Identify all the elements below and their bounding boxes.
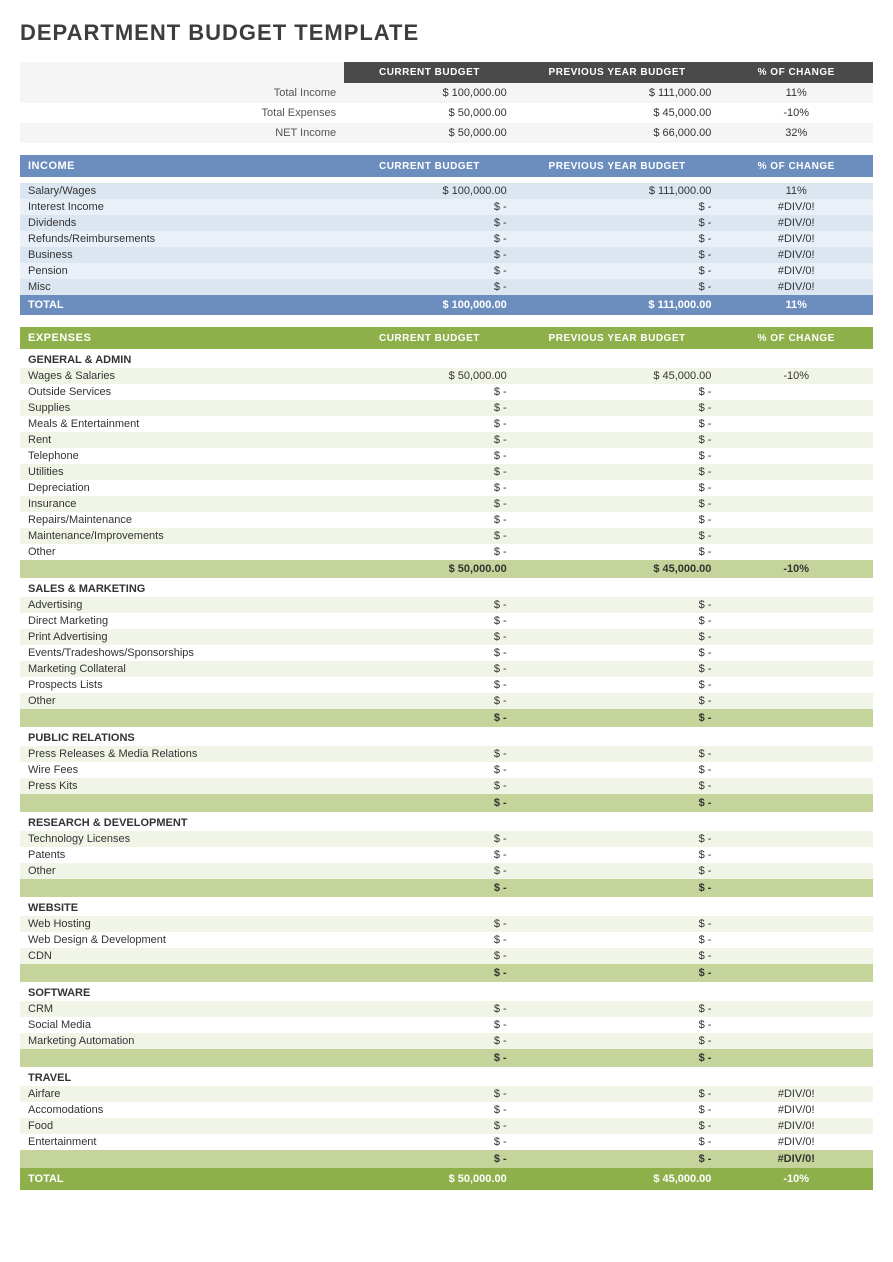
income-table: INCOME CURRENT BUDGET PREVIOUS YEAR BUDG… — [20, 155, 873, 315]
expenses-data-row: Rent $ - $ - — [20, 432, 873, 448]
expenses-category-header: RESEARCH & DEVELOPMENT — [20, 812, 873, 831]
expenses-data-row: Insurance $ - $ - — [20, 496, 873, 512]
expenses-data-row: Repairs/Maintenance $ - $ - — [20, 512, 873, 528]
expenses-data-row: CDN $ - $ - — [20, 948, 873, 964]
expenses-data-row: Meals & Entertainment $ - $ - — [20, 416, 873, 432]
expenses-category-header: SOFTWARE — [20, 982, 873, 1001]
expenses-data-row: Web Hosting $ - $ - — [20, 916, 873, 932]
expenses-section-label: EXPENSES — [20, 327, 344, 349]
income-data-row: Refunds/Reimbursements $ - $ - #DIV/0! — [20, 231, 873, 247]
expenses-data-row: Telephone $ - $ - — [20, 448, 873, 464]
expenses-category-header: GENERAL & ADMIN — [20, 349, 873, 368]
expenses-data-row: Wages & Salaries $ 50,000.00 $ 45,000.00… — [20, 368, 873, 384]
expenses-data-row: Patents $ - $ - — [20, 847, 873, 863]
income-data-row: Pension $ - $ - #DIV/0! — [20, 263, 873, 279]
income-header-previous: PREVIOUS YEAR BUDGET — [515, 155, 720, 177]
expenses-category-header: WEBSITE — [20, 897, 873, 916]
summary-header-current: CURRENT BUDGET — [344, 62, 515, 83]
expenses-data-row: Technology Licenses $ - $ - — [20, 831, 873, 847]
expenses-data-row: Maintenance/Improvements $ - $ - — [20, 528, 873, 544]
expenses-data-row: Supplies $ - $ - — [20, 400, 873, 416]
expenses-data-row: Advertising $ - $ - — [20, 597, 873, 613]
expenses-data-row: Marketing Collateral $ - $ - — [20, 661, 873, 677]
expenses-subtotal-row: $ - $ - — [20, 794, 873, 812]
expenses-data-row: Outside Services $ - $ - — [20, 384, 873, 400]
expenses-data-row: Marketing Automation $ - $ - — [20, 1033, 873, 1049]
income-data-row: Interest Income $ - $ - #DIV/0! — [20, 199, 873, 215]
expenses-data-row: Depreciation $ - $ - — [20, 480, 873, 496]
expenses-data-row: Airfare $ - $ - #DIV/0! — [20, 1086, 873, 1102]
income-header-change: % OF CHANGE — [719, 155, 873, 177]
expenses-data-row: Web Design & Development $ - $ - — [20, 932, 873, 948]
expenses-data-row: Other $ - $ - — [20, 544, 873, 560]
expenses-total-row: TOTAL $ 50,000.00 $ 45,000.00 -10% — [20, 1168, 873, 1190]
income-data-row: Salary/Wages $ 100,000.00 $ 111,000.00 1… — [20, 183, 873, 199]
summary-row: Total Expenses $ 50,000.00 $ 45,000.00 -… — [20, 103, 873, 123]
expenses-header-change: % OF CHANGE — [719, 327, 873, 349]
expenses-subtotal-row: $ - $ - #DIV/0! — [20, 1150, 873, 1168]
expenses-table: EXPENSES CURRENT BUDGET PREVIOUS YEAR BU… — [20, 327, 873, 1190]
page-title: DEPARTMENT BUDGET TEMPLATE — [20, 20, 873, 46]
expenses-header-current: CURRENT BUDGET — [344, 327, 515, 349]
income-header-current: CURRENT BUDGET — [344, 155, 515, 177]
expenses-subtotal-row: $ - $ - — [20, 1049, 873, 1067]
expenses-header-previous: PREVIOUS YEAR BUDGET — [515, 327, 720, 349]
income-total-row: TOTAL $ 100,000.00 $ 111,000.00 11% — [20, 295, 873, 315]
expenses-data-row: Direct Marketing $ - $ - — [20, 613, 873, 629]
expenses-subtotal-row: $ 50,000.00 $ 45,000.00 -10% — [20, 560, 873, 578]
expenses-data-row: Other $ - $ - — [20, 863, 873, 879]
expenses-category-header: SALES & MARKETING — [20, 578, 873, 597]
income-data-row: Dividends $ - $ - #DIV/0! — [20, 215, 873, 231]
expenses-data-row: Print Advertising $ - $ - — [20, 629, 873, 645]
expenses-data-row: Food $ - $ - #DIV/0! — [20, 1118, 873, 1134]
expenses-data-row: Entertainment $ - $ - #DIV/0! — [20, 1134, 873, 1150]
expenses-data-row: CRM $ - $ - — [20, 1001, 873, 1017]
expenses-subtotal-row: $ - $ - — [20, 879, 873, 897]
expenses-data-row: Accomodations $ - $ - #DIV/0! — [20, 1102, 873, 1118]
expenses-data-row: Wire Fees $ - $ - — [20, 762, 873, 778]
income-data-row: Business $ - $ - #DIV/0! — [20, 247, 873, 263]
expenses-data-row: Social Media $ - $ - — [20, 1017, 873, 1033]
summary-table: CURRENT BUDGET PREVIOUS YEAR BUDGET % OF… — [20, 62, 873, 143]
summary-header-change: % OF CHANGE — [719, 62, 873, 83]
expenses-data-row: Press Kits $ - $ - — [20, 778, 873, 794]
expenses-category-header: TRAVEL — [20, 1067, 873, 1086]
income-data-row: Misc $ - $ - #DIV/0! — [20, 279, 873, 295]
expenses-data-row: Events/Tradeshows/Sponsorships $ - $ - — [20, 645, 873, 661]
expenses-subtotal-row: $ - $ - — [20, 709, 873, 727]
expenses-data-row: Prospects Lists $ - $ - — [20, 677, 873, 693]
expenses-data-row: Press Releases & Media Relations $ - $ - — [20, 746, 873, 762]
income-section-label: INCOME — [20, 155, 344, 177]
summary-row: Total Income $ 100,000.00 $ 111,000.00 1… — [20, 83, 873, 103]
expenses-category-header: PUBLIC RELATIONS — [20, 727, 873, 746]
expenses-data-row: Utilities $ - $ - — [20, 464, 873, 480]
expenses-subtotal-row: $ - $ - — [20, 964, 873, 982]
expenses-data-row: Other $ - $ - — [20, 693, 873, 709]
summary-header-previous: PREVIOUS YEAR BUDGET — [515, 62, 720, 83]
summary-row: NET Income $ 50,000.00 $ 66,000.00 32% — [20, 123, 873, 143]
